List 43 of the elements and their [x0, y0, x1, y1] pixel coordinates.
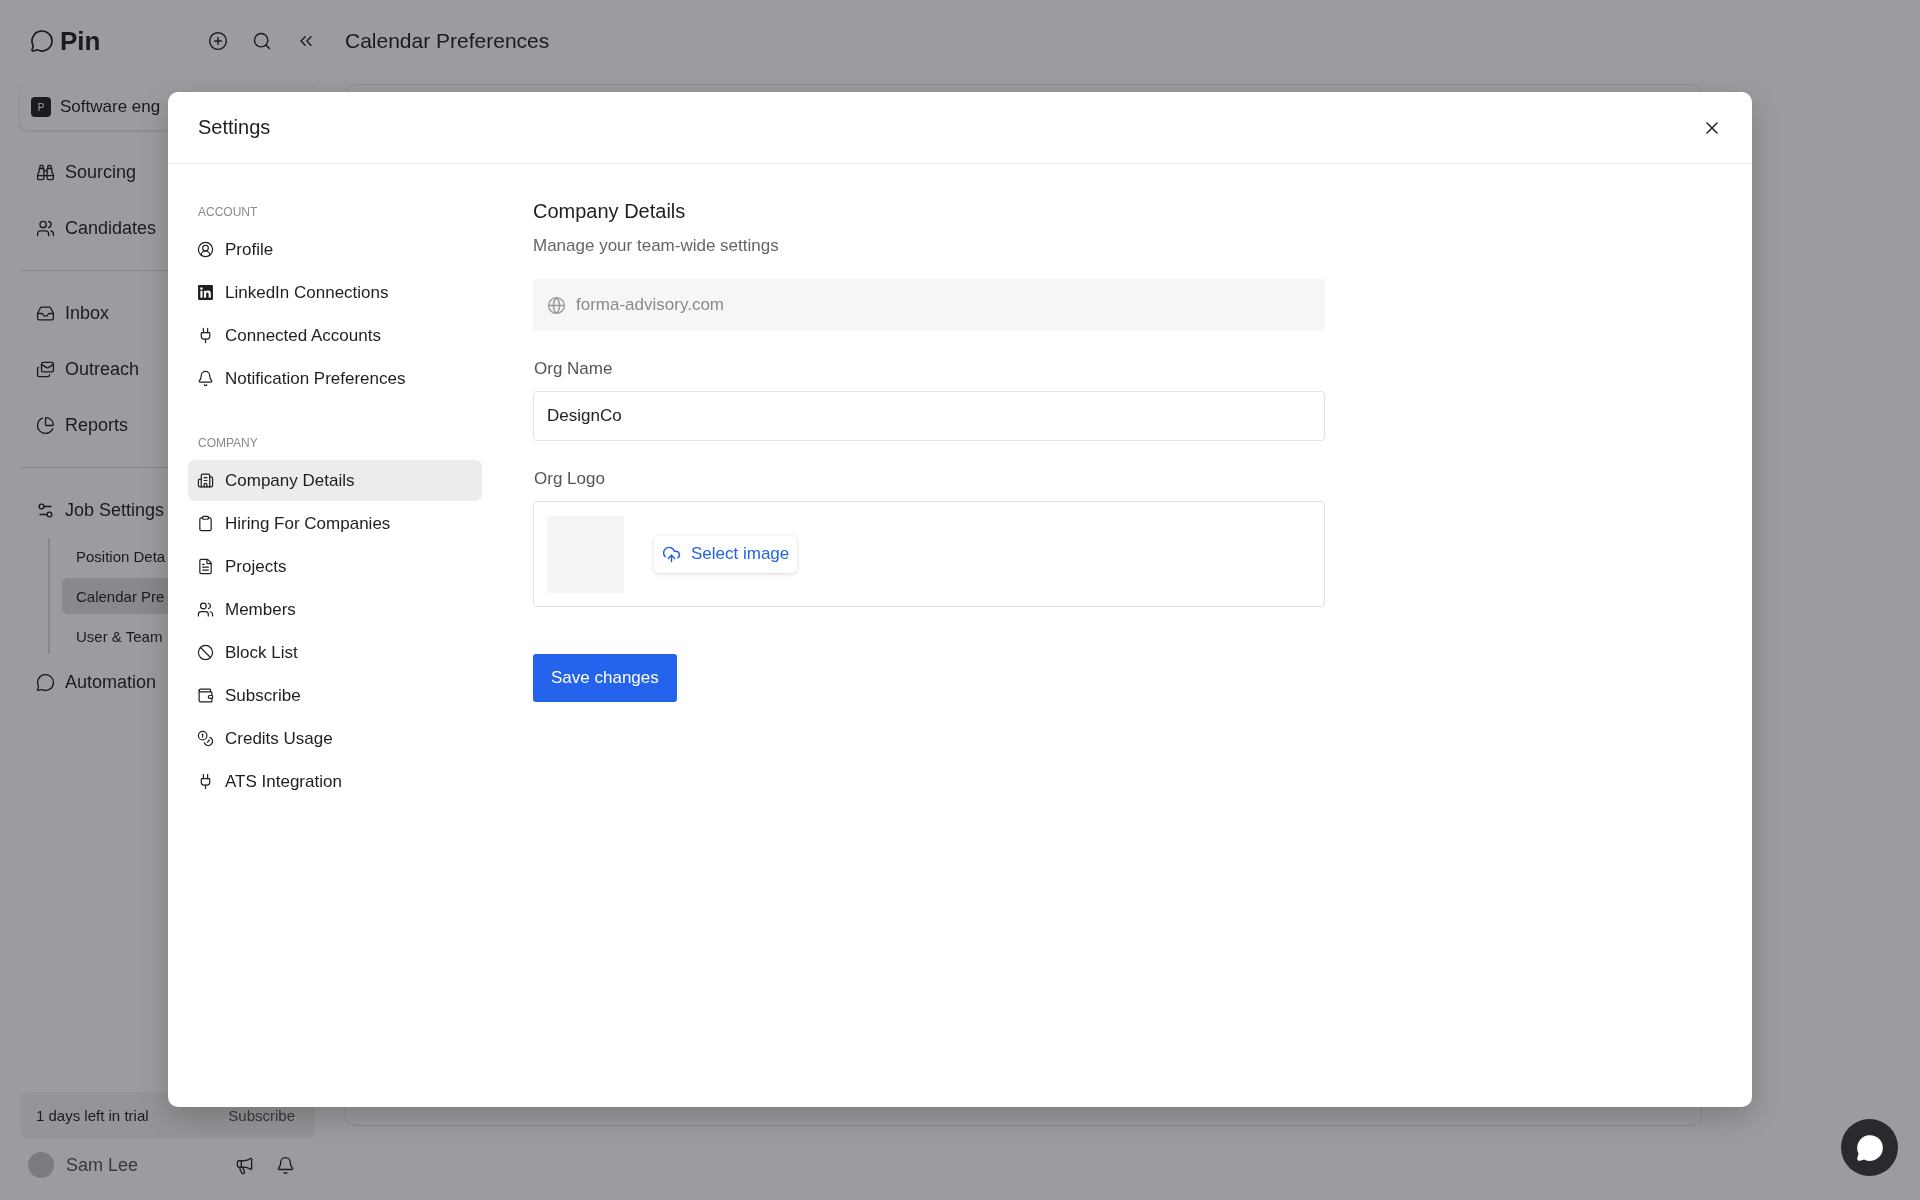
nav-icon: [197, 558, 214, 575]
workspace-name: Software eng: [60, 97, 161, 117]
nav-icon: [36, 359, 55, 379]
settings-nav-item[interactable]: Company Details: [188, 460, 482, 501]
org-name-field[interactable]: DesignCo: [533, 391, 1325, 441]
app-logo: Pin: [60, 25, 101, 57]
section-heading: ACCOUNT: [197, 204, 259, 221]
nav-icon: [197, 472, 214, 489]
logo-icon: [30, 29, 54, 53]
nav-icon: [197, 370, 214, 387]
section-heading: COMPANY: [197, 435, 259, 452]
workspace-badge: P: [31, 97, 51, 117]
cloud-upload-icon: [662, 544, 681, 564]
user-name: Sam Lee: [66, 1154, 139, 1176]
chat-icon: [1855, 1133, 1884, 1162]
nav-icon: [197, 515, 214, 532]
add-icon: [208, 31, 228, 51]
nav-icon: [36, 415, 55, 435]
page-title: Calendar Preferences: [345, 28, 551, 54]
save-button[interactable]: Save changes: [533, 654, 677, 702]
megaphone-icon: [235, 1155, 254, 1175]
subscribe-link[interactable]: Subscribe: [228, 1106, 295, 1124]
bell-icon: [276, 1155, 295, 1175]
nav-icon: [197, 241, 214, 258]
sidebar-item[interactable]: Sourcing: [20, 144, 315, 200]
trial-text: 1 days left in trial: [36, 1106, 149, 1124]
section-title: Company Details: [533, 200, 687, 224]
nav-icon: [197, 601, 214, 618]
search-icon: [252, 31, 272, 51]
select-image-button[interactable]: Select image: [654, 535, 798, 573]
nav-icon: [197, 730, 214, 747]
nav-icon: [36, 162, 55, 182]
globe-icon: [547, 295, 566, 315]
nav-icon: [36, 500, 55, 520]
nav-icon: [197, 644, 214, 661]
nav-icon: [36, 218, 55, 238]
nav-icon: [36, 303, 55, 323]
nav-icon: [36, 672, 55, 692]
field-label: Org Logo: [533, 469, 606, 489]
field-label: Org Name: [533, 359, 614, 379]
section-subtitle: Manage your team-wide settings: [533, 236, 780, 256]
nav-icon: [197, 284, 214, 301]
nav-icon: [197, 687, 214, 704]
